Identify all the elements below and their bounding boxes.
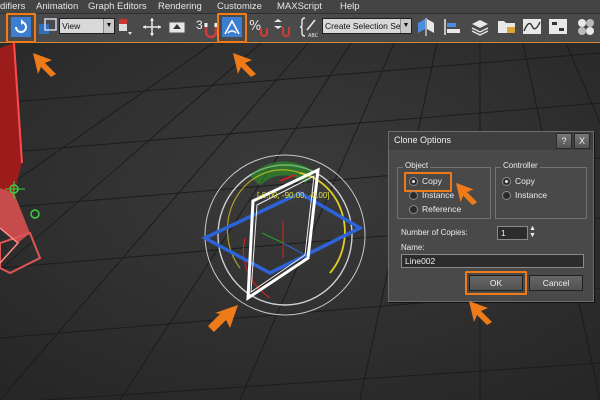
dialog-title-bar[interactable]: Clone Options ? X	[389, 132, 593, 150]
curve-editor-icon	[523, 19, 541, 34]
orange-arrow-icon	[455, 182, 478, 206]
schematic-icon	[549, 19, 567, 34]
menu-graph-editors[interactable]: Graph Editors	[88, 0, 147, 13]
spinner-snap-toggle-button[interactable]	[270, 15, 294, 39]
object-group-label: Object	[403, 161, 431, 170]
material-editor-button[interactable]	[574, 15, 598, 39]
orange-arrow-icon	[33, 53, 56, 77]
object-reference-radio[interactable]: Reference	[409, 204, 461, 216]
reference-coordinate-dropdown[interactable]: View ▼	[59, 18, 115, 34]
layers-icon	[471, 20, 489, 36]
edit-named-selection-sets-button[interactable]: ABC	[297, 15, 321, 39]
align-icon	[444, 19, 460, 35]
number-of-copies-spinner[interactable]: 1	[497, 226, 528, 240]
spinner-arrows-icon[interactable]: ▲ ▼	[529, 225, 536, 239]
spinner-snap-icon	[274, 19, 290, 37]
use-pivot-button[interactable]	[113, 15, 137, 39]
scene-explorer-button[interactable]	[495, 15, 519, 39]
menu-modifiers[interactable]: difiers	[0, 0, 25, 13]
layer-manager-button[interactable]	[468, 15, 492, 39]
keyboard-shortcut-override-button[interactable]	[165, 15, 189, 39]
radio-icon	[502, 191, 511, 201]
menu-bar: difiers Animation Graph Editors Renderin…	[0, 0, 600, 14]
orange-arrow-icon	[469, 301, 492, 325]
controller-instance-radio[interactable]: Instance	[502, 190, 547, 202]
copy-highlight	[404, 172, 452, 192]
material-editor-icon	[578, 19, 594, 35]
select-and-manipulate-button[interactable]	[140, 15, 164, 39]
main-toolbar: View ▼ 3 % ABC Create Selection Se ▼	[0, 13, 600, 43]
scale-icon	[39, 18, 57, 34]
controller-instance-label: Instance	[515, 190, 548, 200]
select-and-scale-button[interactable]	[36, 15, 60, 39]
rotation-coordinate-readout: [-0.00, -90.00, -0.00]	[257, 191, 330, 200]
svg-text:%: %	[249, 19, 261, 34]
menu-help[interactable]: Help	[340, 0, 360, 13]
rotate-highlight	[6, 13, 36, 43]
cancel-button[interactable]: Cancel	[529, 275, 583, 291]
number-of-copies-label: Number of Copies:	[401, 228, 468, 237]
pivot-icon	[119, 19, 132, 35]
menu-rendering[interactable]: Rendering	[158, 0, 202, 13]
radio-icon	[409, 205, 418, 215]
controller-copy-radio[interactable]: Copy	[502, 176, 535, 188]
name-field[interactable]: Line002	[401, 254, 584, 268]
menu-maxscript[interactable]: MAXScript	[277, 0, 322, 13]
controller-copy-label: Copy	[515, 176, 535, 186]
mirror-icon	[418, 18, 434, 36]
percent-icon: %	[249, 19, 268, 37]
clone-options-dialog: Clone Options ? X Object Copy Instance R…	[388, 131, 594, 302]
named-selection-set-value: Create Selection Se	[325, 21, 401, 31]
help-button[interactable]: ?	[556, 133, 572, 149]
orange-arrow-icon	[233, 53, 256, 77]
chevron-down-icon: ▼	[400, 19, 411, 33]
schematic-view-button[interactable]	[546, 15, 570, 39]
menu-customize[interactable]: Customize	[217, 0, 262, 13]
object-instance-label: Instance	[422, 190, 455, 200]
svg-text:ABC: ABC	[308, 33, 319, 39]
object-instance-radio[interactable]: Instance	[409, 190, 454, 202]
dialog-title: Clone Options	[394, 135, 452, 145]
curve-editor-button[interactable]	[520, 15, 544, 39]
scene-explorer-icon	[498, 21, 515, 33]
named-selection-set-dropdown[interactable]: Create Selection Se ▼	[322, 18, 412, 34]
keyboard-icon	[168, 21, 186, 34]
angle-snap-highlight	[217, 13, 247, 43]
controller-group-label: Controller	[501, 161, 540, 170]
name-label: Name:	[401, 243, 425, 252]
menu-animation[interactable]: Animation	[36, 0, 78, 13]
mirror-button[interactable]	[414, 15, 438, 39]
manipulate-icon	[143, 18, 161, 36]
radio-selected-icon	[502, 177, 511, 187]
percent-snap-toggle-button[interactable]: %	[246, 15, 270, 39]
ok-highlight	[465, 271, 527, 295]
align-button[interactable]	[440, 15, 464, 39]
named-selection-icon: ABC	[299, 17, 319, 39]
reference-coordinate-value: View	[62, 21, 81, 31]
close-button[interactable]: X	[574, 133, 590, 149]
radio-icon	[409, 191, 418, 201]
